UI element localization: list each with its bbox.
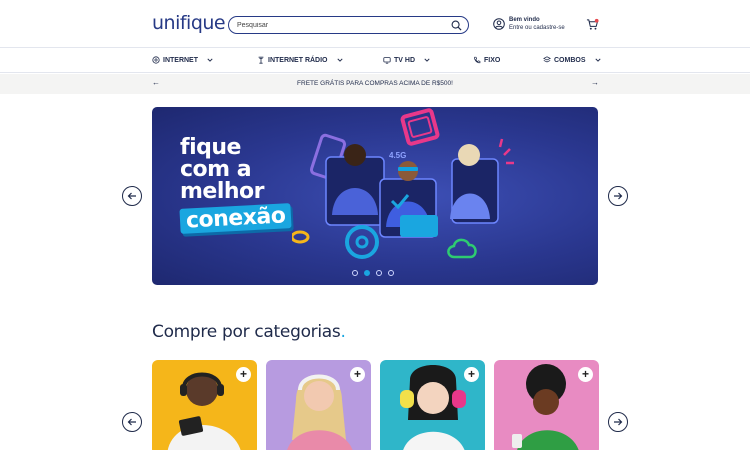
banner-headline: fique com a melhor conexão: [179, 135, 292, 234]
arrow-left-icon: [127, 418, 136, 426]
logo[interactable]: unifique: [152, 12, 226, 34]
tv-icon: [383, 57, 391, 64]
nav-item-fixo[interactable]: FIXO: [473, 56, 500, 64]
nav-item-internet-radio[interactable]: INTERNET RÁDIO: [257, 56, 343, 64]
add-icon[interactable]: +: [350, 367, 365, 382]
section-title-categories: Compre por categorias.: [152, 322, 346, 342]
combo-icon: [543, 56, 551, 63]
arrow-right-icon[interactable]: →: [591, 78, 599, 87]
banner-illustration: 4.5G: [292, 108, 514, 259]
user-account[interactable]: Bem vindo Entre ou cadastre-se: [493, 17, 573, 33]
categories-next-button[interactable]: [608, 412, 628, 432]
arrow-right-icon: [614, 418, 623, 426]
nav-item-label: TV HD: [394, 56, 415, 64]
carousel-dot[interactable]: [376, 270, 382, 276]
arrow-left-icon: [127, 192, 136, 200]
headline-highlight: conexão: [179, 203, 292, 234]
nav-item-internet[interactable]: INTERNET: [152, 56, 213, 64]
headline-line-3: melhor: [180, 179, 265, 204]
carousel-dot-active[interactable]: [364, 270, 370, 276]
category-card[interactable]: +: [266, 360, 371, 450]
chevron-down-icon: [424, 58, 430, 62]
category-card[interactable]: +: [380, 360, 485, 450]
nav-item-combos[interactable]: COMBOS: [543, 56, 601, 64]
add-icon[interactable]: +: [236, 367, 251, 382]
carousel-next-button[interactable]: [608, 186, 628, 206]
chevron-down-icon: [207, 58, 213, 62]
login-link[interactable]: Entre ou cadastre-se: [509, 25, 565, 31]
add-icon[interactable]: +: [464, 367, 479, 382]
headline-line-2: com a: [180, 157, 252, 182]
carousel-dot[interactable]: [352, 270, 358, 276]
carousel-dots: [352, 270, 394, 276]
header: unifique Bem vindo Entre ou cadastre-se: [0, 0, 750, 48]
nav-item-tv-hd[interactable]: TV HD: [383, 56, 430, 64]
carousel-prev-button[interactable]: [122, 186, 142, 206]
promo-bar: ← FRETE GRÁTIS PARA COMPRAS ACIMA DE R$5…: [0, 74, 750, 94]
category-card[interactable]: +: [494, 360, 599, 450]
globe-icon: [152, 56, 160, 64]
chevron-down-icon: [336, 58, 343, 62]
search-icon[interactable]: [451, 20, 462, 31]
add-icon[interactable]: +: [578, 367, 593, 382]
section-title-text: Compre por categorias: [152, 322, 341, 342]
hero-banner[interactable]: fique com a melhor conexão 4.5G: [152, 107, 598, 285]
search-input[interactable]: [237, 19, 437, 32]
main-nav: INTERNET INTERNET RÁDIO TV HD FIXO COMBO…: [0, 49, 750, 73]
promo-text: FRETE GRÁTIS PARA COMPRAS ACIMA DE R$500…: [297, 80, 453, 87]
section-title-dot: .: [340, 322, 346, 342]
antenna-icon: [258, 56, 264, 64]
nav-item-label: INTERNET: [163, 56, 198, 64]
search-bar[interactable]: [228, 16, 469, 34]
nav-item-label: COMBOS: [554, 56, 586, 64]
carousel-dot[interactable]: [388, 270, 394, 276]
arrow-right-icon: [614, 192, 623, 200]
user-greeting: Bem vindo: [509, 17, 540, 23]
nav-item-label: FIXO: [484, 56, 501, 64]
category-card[interactable]: +: [152, 360, 257, 450]
phone-icon: [474, 56, 481, 64]
badge-4-5g: 4.5G: [389, 151, 406, 160]
nav-item-label: INTERNET RÁDIO: [268, 56, 328, 64]
headline-line-1: fique: [180, 135, 241, 160]
cart-icon[interactable]: [586, 18, 599, 31]
categories-prev-button[interactable]: [122, 412, 142, 432]
user-icon: [493, 18, 505, 30]
chevron-down-icon: [594, 58, 601, 62]
